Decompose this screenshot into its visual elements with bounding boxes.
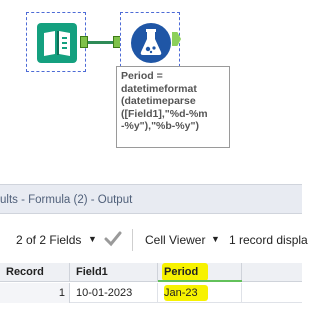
formula-tool[interactable] bbox=[120, 12, 180, 72]
input-output-anchor[interactable] bbox=[80, 36, 88, 48]
results-toolbar: 2 of 2 Fields ▼ Cell Viewer ▼ 1 record d… bbox=[0, 215, 308, 263]
connection-line[interactable] bbox=[88, 41, 114, 44]
column-header-field1[interactable]: Field1 bbox=[70, 263, 158, 282]
formula-annotation: Period = datetimeformat (datetimeparse (… bbox=[116, 66, 230, 148]
results-title-bar: ults - Formula (2) - Output bbox=[0, 184, 302, 214]
cell-viewer-selector[interactable]: Cell Viewer bbox=[145, 233, 205, 247]
period-header-underline bbox=[158, 280, 242, 282]
book-icon bbox=[37, 23, 77, 63]
workflow-canvas[interactable]: Period = datetimeformat (datetimeparse (… bbox=[0, 0, 302, 184]
record-count: 1 record displa bbox=[229, 233, 308, 247]
fields-selector[interactable]: 2 of 2 Fields bbox=[16, 233, 81, 247]
check-icon[interactable] bbox=[104, 229, 122, 247]
input-data-tool[interactable] bbox=[26, 12, 86, 72]
results-panel: ults - Formula (2) - Output 2 of 2 Field… bbox=[0, 184, 308, 324]
field1-cell[interactable]: 10-01-2023 bbox=[70, 283, 158, 303]
record-cell[interactable]: 1 bbox=[0, 283, 70, 303]
period-cell[interactable]: Jan-23 bbox=[158, 283, 242, 303]
toolbar-divider bbox=[132, 229, 133, 251]
fields-dropdown-icon[interactable]: ▼ bbox=[88, 234, 97, 244]
viewer-dropdown-icon[interactable]: ▼ bbox=[211, 234, 220, 244]
column-header-record[interactable]: Record bbox=[0, 263, 70, 282]
flask-icon bbox=[131, 23, 171, 63]
table-row[interactable]: 1 10-01-2023 Jan-23 bbox=[0, 283, 302, 303]
results-title: ults - Formula (2) - Output bbox=[0, 194, 133, 206]
grid-header: Record Field1 Period bbox=[0, 263, 302, 282]
